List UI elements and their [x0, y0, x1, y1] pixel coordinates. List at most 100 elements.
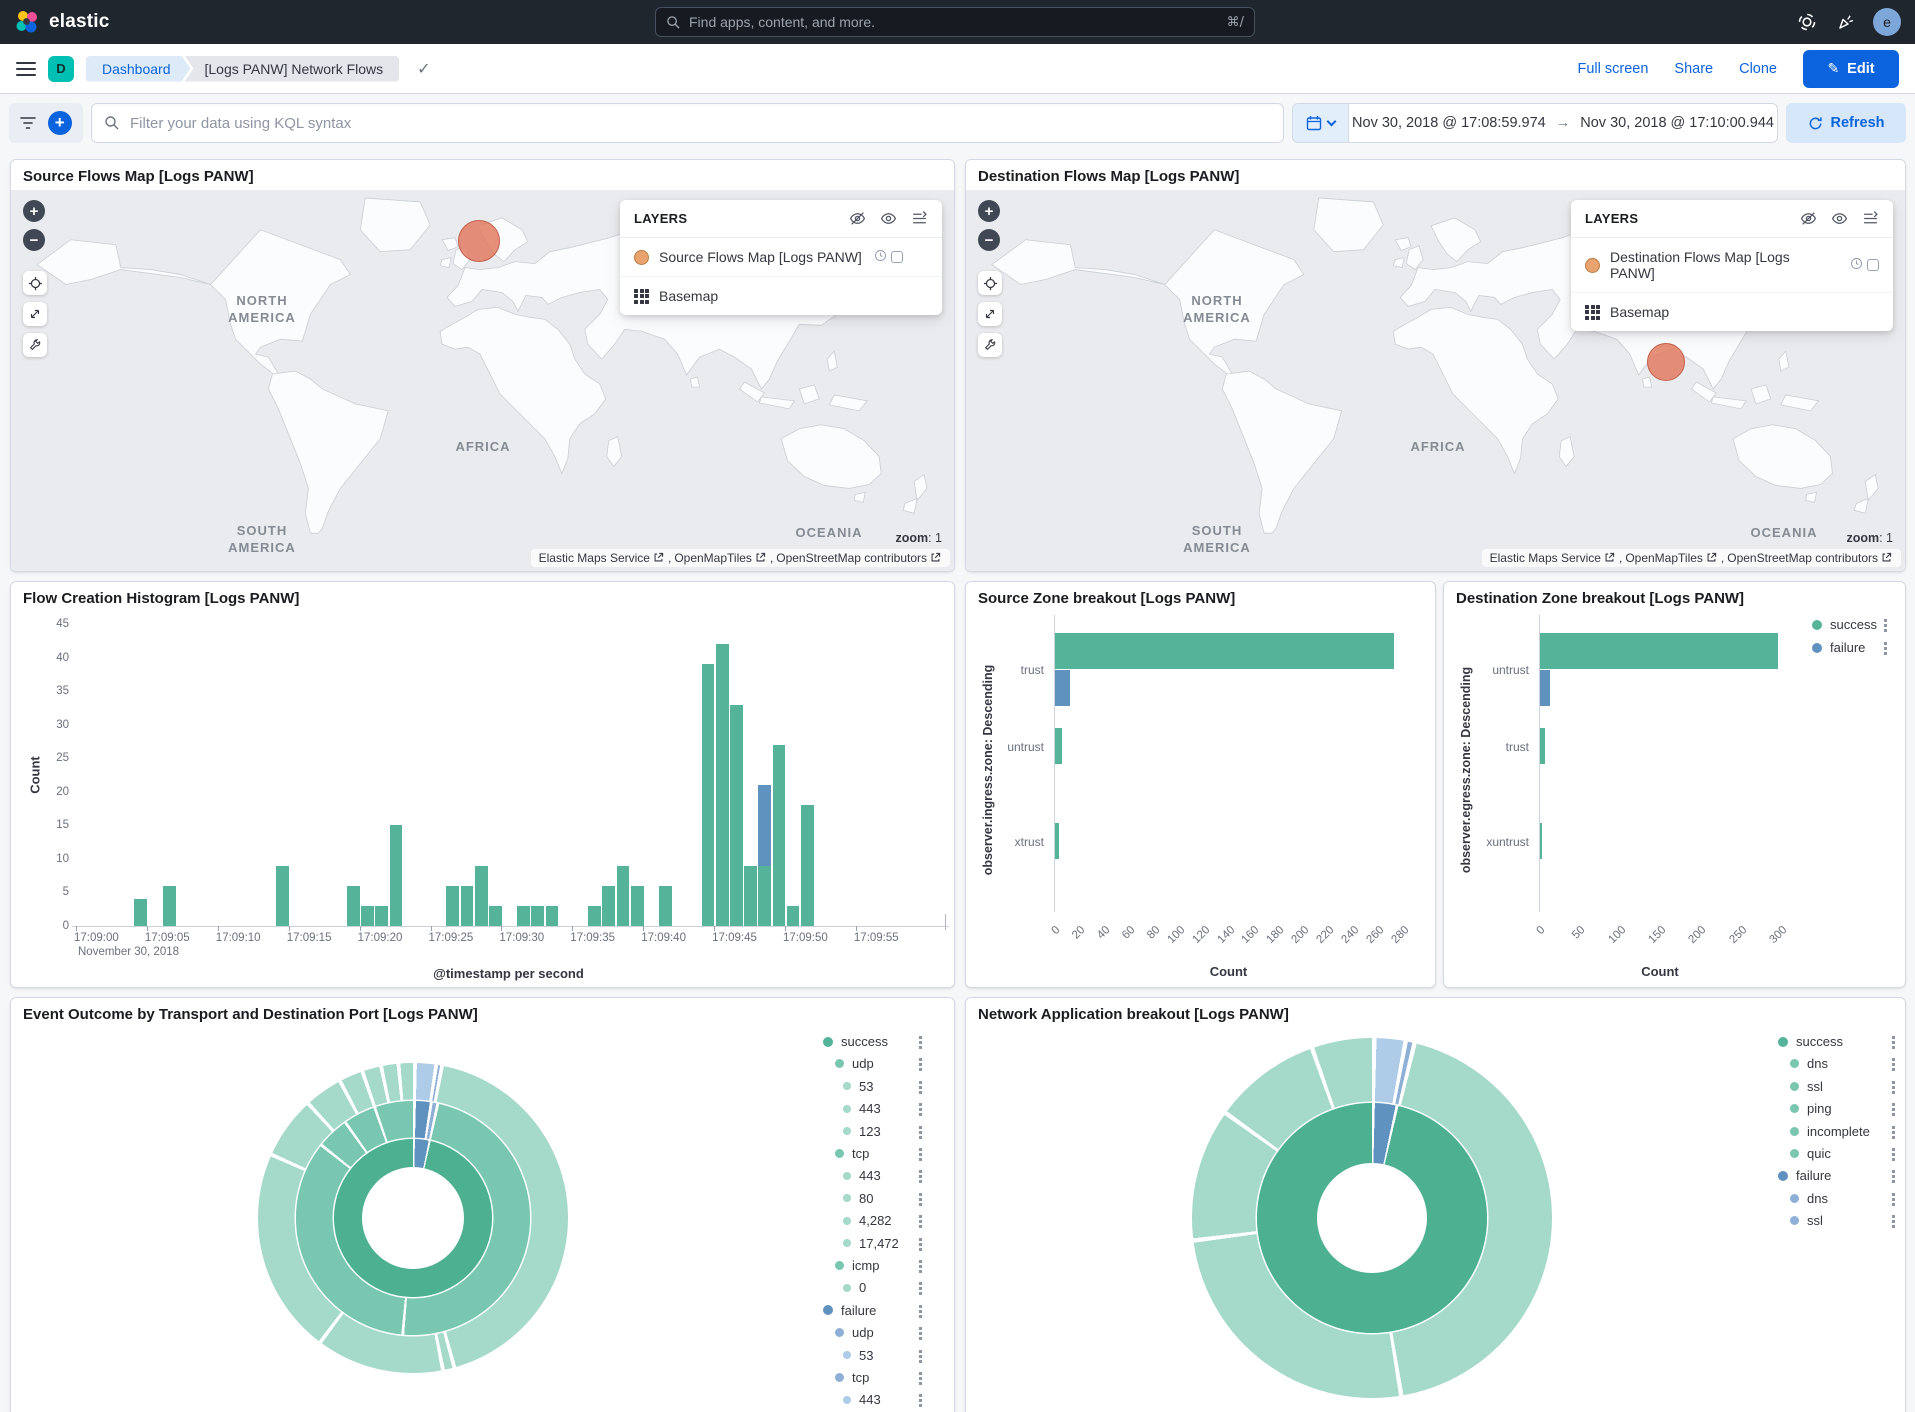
legend-item-53[interactable]: 53: [843, 1348, 873, 1363]
map-expand-button[interactable]: [23, 302, 47, 326]
histogram-bar-success[interactable]: [475, 866, 488, 926]
legend-actions-icon[interactable]: [919, 1036, 922, 1049]
histogram-bar-success[interactable]: [801, 805, 814, 926]
map-zoom-out-button[interactable]: −: [23, 229, 45, 251]
zone-bar-success[interactable]: [1055, 633, 1394, 669]
attribution-link[interactable]: OpenMapTiles: [1625, 551, 1718, 565]
date-start-button[interactable]: Nov 30, 2018 @ 17:08:59.974: [1352, 115, 1546, 131]
zone-bar-success[interactable]: [1540, 728, 1545, 764]
refresh-button[interactable]: Refresh: [1786, 103, 1906, 143]
attribution-link[interactable]: OpenStreetMap contributors: [776, 551, 942, 565]
legend-item-443[interactable]: 443: [843, 1168, 881, 1183]
histogram-bar-success[interactable]: [787, 906, 800, 926]
global-search-input[interactable]: Find apps, content, and more. ⌘/: [655, 7, 1255, 37]
histogram-bar-success[interactable]: [546, 906, 559, 926]
map-zoom-in-button[interactable]: +: [978, 200, 1000, 222]
hide-layers-icon[interactable]: [849, 210, 866, 227]
legend-item-tcp[interactable]: tcp: [835, 1370, 869, 1385]
histogram-bar-success[interactable]: [716, 644, 729, 926]
map-zoom-out-button[interactable]: −: [978, 229, 1000, 251]
histogram-bar-success[interactable]: [631, 886, 644, 926]
legend-item-failure[interactable]: failure: [823, 1303, 876, 1318]
map-tools-button[interactable]: [978, 333, 1002, 357]
date-end-button[interactable]: Nov 30, 2018 @ 17:10:00.944: [1580, 115, 1774, 131]
zone-bar-success[interactable]: [1540, 823, 1542, 859]
legend-item-udp[interactable]: udp: [835, 1056, 874, 1071]
elastic-logo[interactable]: elastic: [14, 9, 110, 35]
date-quick-select-button[interactable]: [1293, 104, 1349, 142]
legend-actions-icon[interactable]: [1892, 1215, 1895, 1228]
legend-item-443[interactable]: 443: [843, 1392, 881, 1407]
legend-item-0[interactable]: 0: [843, 1280, 866, 1295]
histogram-bar-success[interactable]: [134, 899, 147, 926]
legend-actions-icon[interactable]: [919, 1103, 922, 1116]
newsfeed-icon[interactable]: [1835, 12, 1855, 32]
collapse-layers-panel-icon[interactable]: [911, 210, 928, 227]
zone-bar-success[interactable]: [1055, 823, 1059, 859]
full-screen-button[interactable]: Full screen: [1577, 61, 1648, 77]
source-flows-marker[interactable]: [458, 220, 500, 262]
legend-actions-icon[interactable]: [919, 1058, 922, 1071]
map-canvas[interactable]: + − zoom: 1 Elastic Maps Service , OpenM…: [966, 190, 1905, 571]
legend-item-ssl[interactable]: ssl: [1790, 1079, 1823, 1094]
histogram-bar-success[interactable]: [702, 664, 715, 926]
legend-actions-icon[interactable]: [1884, 619, 1887, 632]
histogram-bar-success[interactable]: [390, 825, 403, 926]
legend-item-80[interactable]: 80: [843, 1191, 873, 1206]
panel-title[interactable]: Destination Zone breakout [Logs PANW]: [1456, 590, 1744, 607]
attribution-link[interactable]: Elastic Maps Service: [539, 551, 665, 565]
legend-actions-icon[interactable]: [919, 1126, 922, 1139]
legend-item-ssl[interactable]: ssl: [1790, 1213, 1823, 1228]
histogram-bar-success[interactable]: [602, 886, 615, 926]
legend-actions-icon[interactable]: [919, 1282, 922, 1295]
histogram-bar-success[interactable]: [361, 906, 374, 926]
legend-actions-icon[interactable]: [919, 1394, 922, 1407]
kql-query-input[interactable]: Filter your data using KQL syntax: [91, 103, 1284, 143]
histogram-bar-success[interactable]: [531, 906, 544, 926]
legend-item-dns[interactable]: dns: [1790, 1191, 1828, 1206]
edit-button[interactable]: ✎ Edit: [1803, 50, 1899, 88]
legend-actions-icon[interactable]: [919, 1327, 922, 1340]
legend-item-17,472[interactable]: 17,472: [843, 1236, 899, 1251]
legend-actions-icon[interactable]: [919, 1372, 922, 1385]
legend-item-dns[interactable]: dns: [1790, 1056, 1828, 1071]
legend-item-icmp[interactable]: icmp: [835, 1258, 879, 1273]
legend-item-failure[interactable]: failure: [1778, 1168, 1831, 1183]
space-avatar[interactable]: D: [48, 56, 74, 82]
hide-layers-icon[interactable]: [1800, 210, 1817, 227]
layer-item-source-flows[interactable]: Source Flows Map [Logs PANW]: [620, 238, 942, 277]
legend-item-udp[interactable]: udp: [835, 1325, 874, 1340]
histogram-bar-success[interactable]: [489, 906, 502, 926]
map-expand-button[interactable]: [978, 302, 1002, 326]
legend-actions-icon[interactable]: [1892, 1193, 1895, 1206]
show-layers-icon[interactable]: [880, 210, 897, 227]
layer-item-basemap[interactable]: Basemap: [1571, 293, 1893, 331]
histogram-bar-success[interactable]: [730, 705, 743, 926]
panel-title[interactable]: Flow Creation Histogram [Logs PANW]: [23, 590, 299, 607]
legend-actions-icon[interactable]: [1892, 1170, 1895, 1183]
legend-item-123[interactable]: 123: [843, 1124, 881, 1139]
histogram-bar-success[interactable]: [588, 906, 601, 926]
legend-actions-icon[interactable]: [919, 1238, 922, 1251]
histogram-bar-success[interactable]: [375, 906, 388, 926]
layer-item-destination-flows[interactable]: Destination Flows Map [Logs PANW]: [1571, 238, 1893, 293]
histogram-bar-success[interactable]: [163, 886, 176, 926]
filter-icon[interactable]: [20, 116, 36, 130]
breadcrumb-dashboard[interactable]: Dashboard: [86, 56, 191, 82]
clone-button[interactable]: Clone: [1739, 61, 1777, 77]
legend-actions-icon[interactable]: [1884, 642, 1887, 655]
attribution-link[interactable]: OpenStreetMap contributors: [1727, 551, 1893, 565]
histogram-bar-success[interactable]: [744, 866, 757, 926]
share-button[interactable]: Share: [1674, 61, 1713, 77]
map-zoom-in-button[interactable]: +: [23, 200, 45, 222]
zone-bar-success[interactable]: [1540, 633, 1778, 669]
legend-item-failure[interactable]: failure: [1812, 640, 1865, 655]
legend-actions-icon[interactable]: [919, 1081, 922, 1094]
zone-bar-failure[interactable]: [1540, 670, 1550, 706]
legend-item-success[interactable]: success: [1778, 1034, 1843, 1049]
zone-bar-success[interactable]: [1055, 728, 1062, 764]
menu-icon[interactable]: [16, 62, 36, 76]
user-avatar[interactable]: e: [1873, 8, 1901, 36]
legend-item-incomplete[interactable]: incomplete: [1790, 1124, 1870, 1139]
zone-bar-failure[interactable]: [1055, 670, 1070, 706]
